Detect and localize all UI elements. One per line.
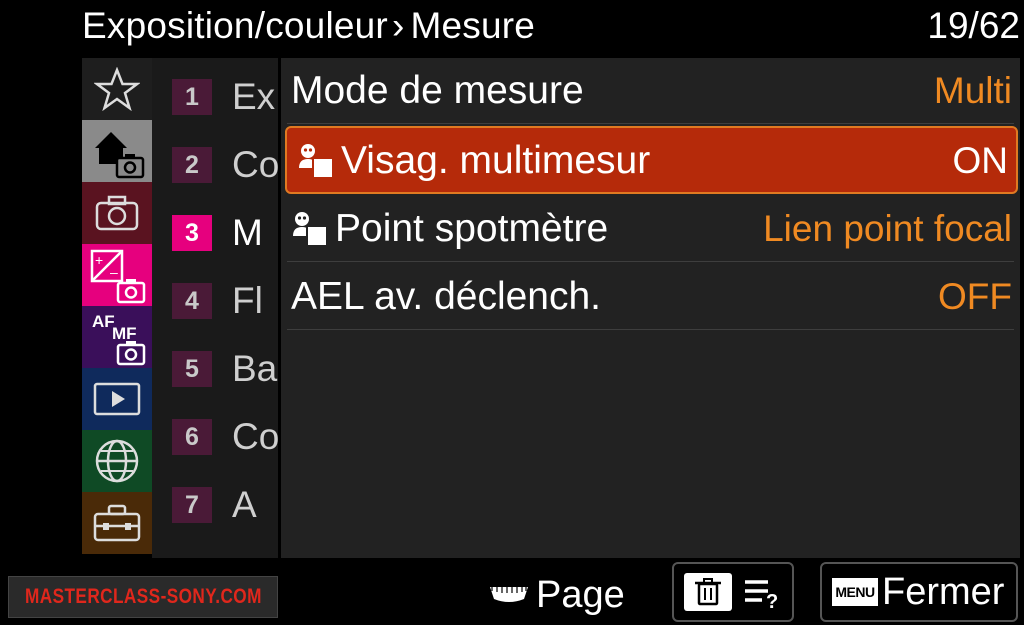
globe-icon	[95, 439, 139, 483]
category-exposure-color[interactable]: + –	[82, 244, 152, 306]
subtab-number: 4	[172, 283, 212, 319]
item-value: Multi	[933, 70, 1012, 111]
settings-panel: Mode de mesure Multi Visag. multimesur O…	[281, 58, 1020, 558]
watermark-banner: MASTERCLASS-SONY.COM	[8, 576, 278, 618]
item-label: AEL av. déclench.	[291, 275, 602, 318]
category-focus[interactable]: AF MF	[82, 306, 152, 368]
menu-item-face-metering[interactable]: Visag. multimesur ON	[285, 126, 1018, 194]
page-counter: 19/62	[927, 5, 1020, 46]
svg-text:+: +	[95, 252, 103, 268]
subtab-number: 3	[172, 215, 212, 251]
subtab-number: 1	[172, 79, 212, 115]
subtab-2[interactable]: 2 Co	[172, 140, 278, 190]
breadcrumb-separator: ›	[391, 5, 405, 46]
row-divider	[287, 123, 1014, 124]
row-divider	[287, 329, 1014, 330]
help-list-icon: ?	[745, 580, 778, 610]
face-priority-icon	[293, 212, 328, 247]
category-sidebar: + – AF MF	[82, 58, 152, 558]
breadcrumb: Exposition/couleur	[82, 5, 388, 46]
subtab-label: A	[232, 484, 257, 525]
svg-text:–: –	[110, 264, 118, 280]
footer: MASTERCLASS-SONY.COM Page ? MENU Fermer	[0, 558, 1024, 625]
delete-help-button[interactable]: ?	[672, 562, 794, 622]
menu-item-spot-meter-point[interactable]: Point spotmètre Lien point focal	[281, 196, 1020, 262]
item-value: Lien point focal	[763, 208, 1012, 249]
playback-icon	[93, 382, 141, 416]
menu-key-icon: MENU	[832, 578, 878, 606]
trash-icon	[684, 573, 732, 611]
subtab-number: 5	[172, 351, 212, 387]
star-icon	[94, 67, 140, 111]
subtab-7[interactable]: 7A	[172, 480, 257, 530]
subtab-number: 2	[172, 147, 212, 183]
subtab-number: 7	[172, 487, 212, 523]
row-divider	[287, 261, 1014, 262]
item-label-group: Point spotmètre	[291, 196, 608, 262]
watermark-text: MASTERCLASS-SONY.COM	[24, 585, 262, 608]
item-label-group: Visag. multimesur	[297, 128, 650, 194]
page-button-label: Page	[536, 573, 625, 616]
page-button[interactable]: Page	[488, 568, 625, 622]
header: Exposition/couleur › Mesure 19/62	[0, 0, 1024, 56]
af-mf-camera-icon: AFMF	[92, 312, 146, 366]
category-shooting-main[interactable]	[82, 120, 152, 182]
subtab-label: Ba	[232, 348, 278, 389]
subtab-label: Co	[232, 144, 278, 185]
item-label: Visag. multimesur	[341, 139, 651, 182]
camera-icon	[95, 195, 139, 231]
subtab-label: Co	[232, 416, 278, 457]
item-label: Mode de mesure	[291, 69, 584, 112]
category-favorites[interactable]	[82, 58, 152, 120]
category-shooting[interactable]	[82, 182, 152, 244]
control-wheel-icon	[490, 587, 528, 602]
svg-text:?: ?	[766, 591, 778, 610]
subtab-3[interactable]: 3M	[172, 208, 263, 258]
close-button-label: Fermer	[882, 570, 1005, 613]
category-setup[interactable]	[82, 492, 152, 554]
subtab-label: M	[232, 212, 263, 253]
section-title: Mesure	[410, 5, 536, 46]
face-priority-icon	[299, 144, 334, 179]
subtab-column: 1 Ex 2 Co 3M 4 Fl 5 Ba 6 Co 7A	[152, 58, 278, 558]
exposure-camera-icon: +–	[90, 249, 146, 304]
category-playback[interactable]	[82, 368, 152, 430]
subtab-4[interactable]: 4 Fl	[172, 276, 263, 326]
category-network[interactable]	[82, 430, 152, 492]
subtab-number: 6	[172, 419, 212, 455]
svg-text:MF: MF	[112, 324, 137, 343]
home-camera-icon	[95, 132, 145, 179]
menu-item-ael-shutter[interactable]: AEL av. déclench. OFF	[281, 264, 1020, 330]
subtab-5[interactable]: 5 Ba	[172, 344, 277, 394]
item-label: Point spotmètre	[335, 207, 609, 250]
subtab-label: Ex	[232, 76, 276, 117]
toolbox-icon	[93, 504, 141, 542]
menu-item-metering-mode[interactable]: Mode de mesure Multi	[281, 58, 1020, 124]
item-value: OFF	[938, 276, 1012, 317]
subtab-1[interactable]: 1 Ex	[172, 72, 275, 122]
subtab-label: Fl	[232, 280, 263, 321]
item-value: ON	[952, 140, 1009, 181]
close-button[interactable]: MENU Fermer	[820, 562, 1018, 622]
subtab-6[interactable]: 6 Co	[172, 412, 278, 462]
page-title: Exposition/couleur › Mesure	[82, 4, 535, 48]
